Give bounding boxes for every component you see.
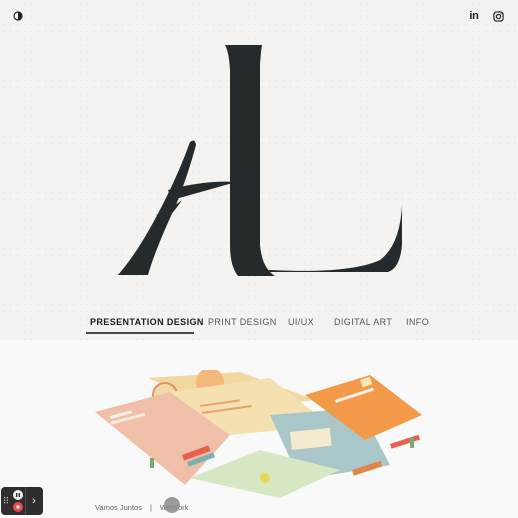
pause-button[interactable] — [13, 490, 23, 500]
hero-section: in — [0, 0, 518, 340]
tab-presentation-design[interactable]: PRESENTATION DESIGN — [90, 310, 204, 334]
project-gallery: Vamos Juntos|WeWork — [0, 340, 518, 518]
instagram-link[interactable] — [491, 9, 505, 23]
half-circle-contrast-icon — [13, 11, 23, 21]
tab-info[interactable]: INFO — [406, 310, 429, 334]
recording-controls — [11, 490, 25, 512]
theme-toggle-button[interactable] — [11, 9, 25, 23]
linkedin-icon: in — [469, 10, 479, 22]
tab-print-design[interactable]: PRINT DESIGN — [208, 310, 277, 334]
caption-separator: | — [149, 503, 152, 512]
chevron-right-icon: › — [32, 495, 36, 507]
al-monogram-logo — [118, 45, 402, 276]
drag-handle[interactable]: ⠿ — [1, 487, 11, 515]
caption-project-name: Vamos Juntos — [95, 503, 142, 512]
tab-ui-ux[interactable]: UI/UX — [288, 310, 314, 334]
active-tab-underline — [86, 332, 194, 334]
presentation-slides-mockup[interactable] — [90, 370, 430, 500]
expand-widget-button[interactable]: › — [25, 487, 42, 515]
stop-icon — [16, 505, 20, 509]
tab-digital-art[interactable]: DIGITAL ART — [334, 310, 392, 334]
pause-icon — [16, 493, 20, 497]
stop-recording-button[interactable] — [13, 502, 23, 512]
category-nav: PRESENTATION DESIGN PRINT DESIGN UI/UX D… — [0, 310, 518, 336]
linkedin-link[interactable]: in — [466, 9, 482, 23]
recording-widget: ⠿ › — [1, 487, 43, 515]
mouse-cursor-indicator — [164, 497, 180, 513]
instagram-icon — [492, 10, 504, 22]
